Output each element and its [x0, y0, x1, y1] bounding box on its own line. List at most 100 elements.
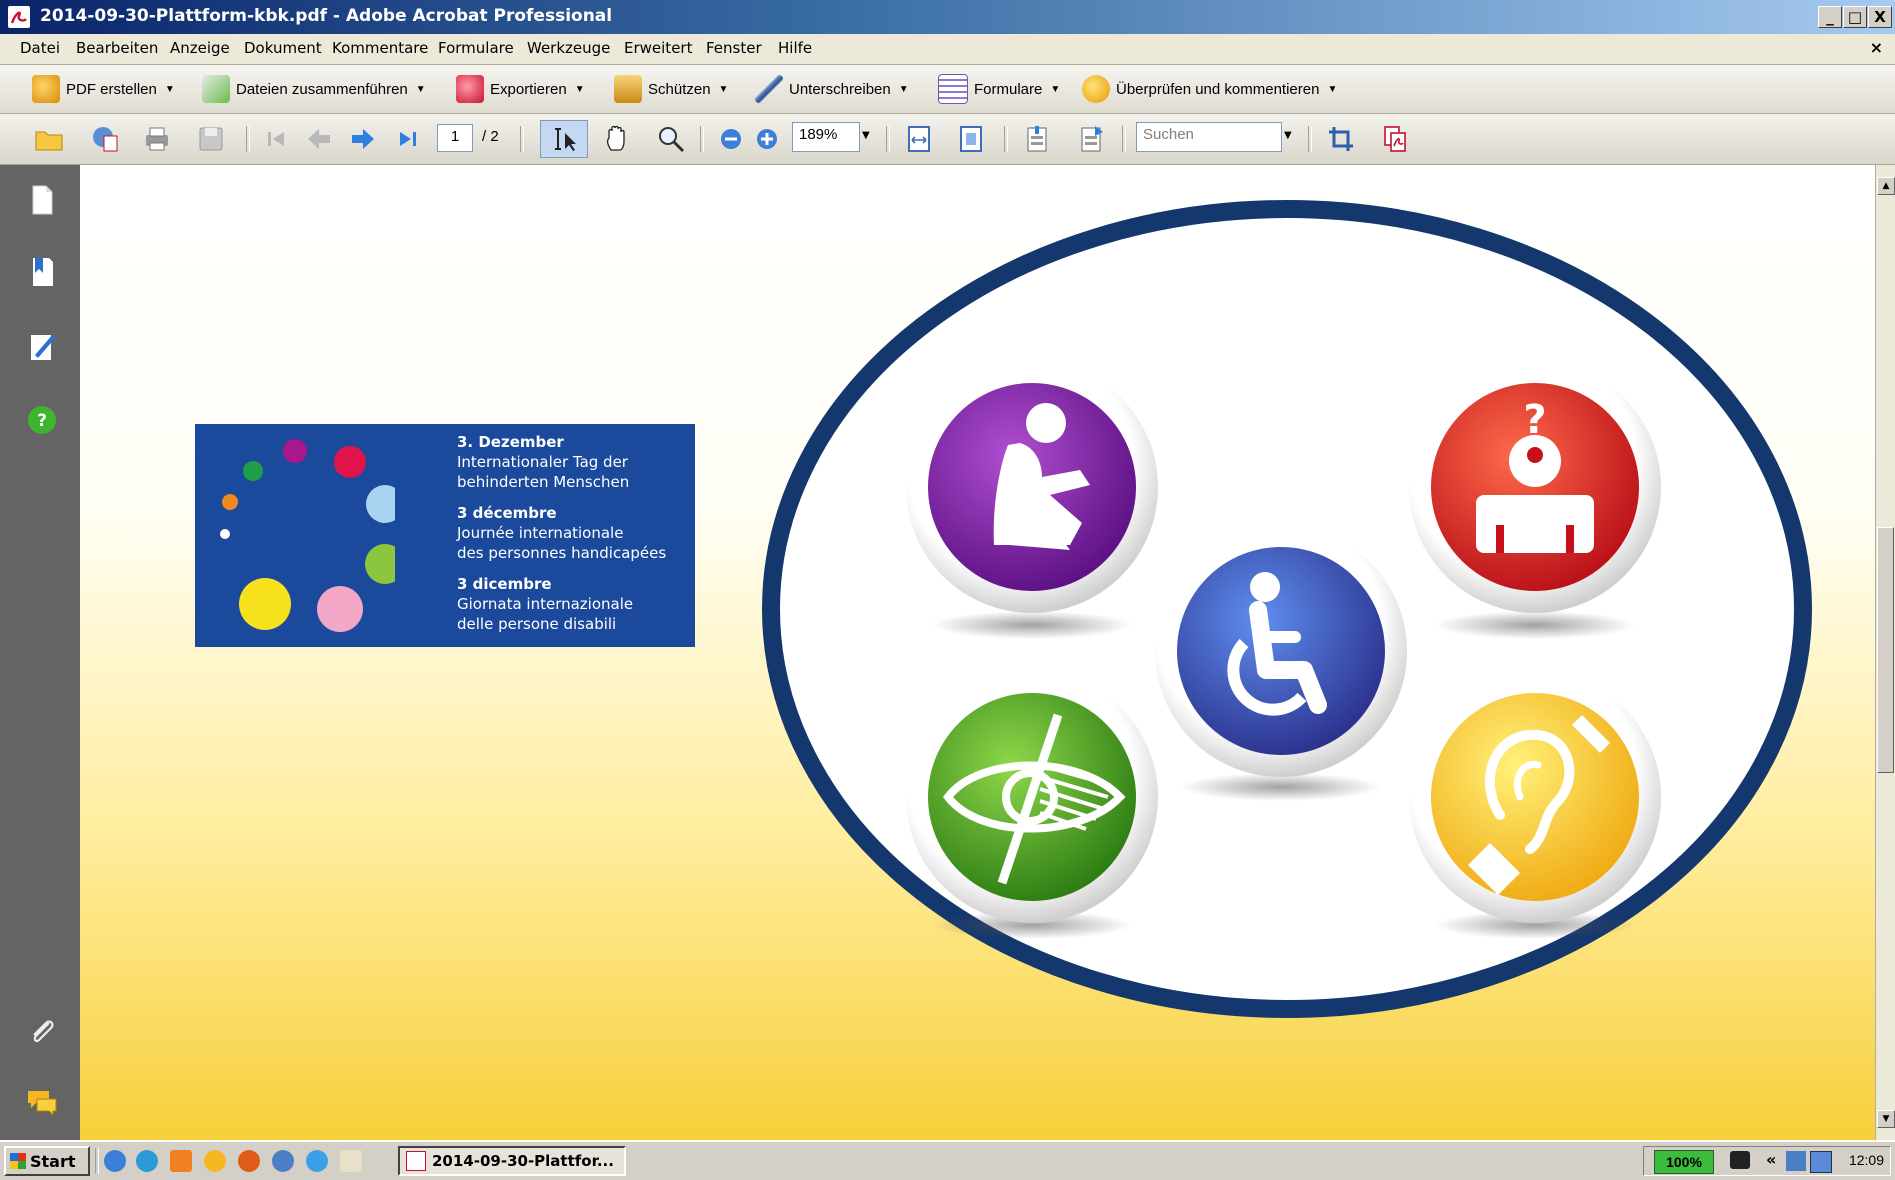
scroll-up-arrow-icon[interactable]: ▲ — [1877, 177, 1895, 195]
banner-text-fr-2: des personnes handicapées — [457, 544, 667, 562]
acrobat-taskbar-icon — [406, 1151, 426, 1171]
quicklaunch-app-icon[interactable] — [204, 1150, 226, 1172]
scroll-down-arrow-icon[interactable]: ▼ — [1877, 1110, 1895, 1128]
menu-anzeige[interactable]: Anzeige — [170, 39, 230, 57]
pages-panel-icon[interactable] — [25, 183, 59, 217]
banner-text-fr-1: Journée internationale — [457, 524, 624, 542]
pen-icon — [755, 75, 783, 103]
toolbar-separator — [1308, 126, 1312, 152]
logo-dot — [220, 529, 230, 539]
insert-page-icon[interactable] — [1022, 124, 1052, 154]
show-desktop-icon[interactable] — [104, 1150, 126, 1172]
display-icon[interactable] — [1810, 1151, 1832, 1173]
exportieren-label: Exportieren — [490, 80, 567, 98]
comments-panel-icon[interactable] — [25, 1085, 59, 1119]
pdf-portfolio-icon[interactable] — [1380, 124, 1410, 154]
zoom-level-select[interactable]: 189% — [792, 122, 860, 152]
menu-werkzeuge[interactable]: Werkzeuge — [527, 39, 610, 57]
select-tool-button[interactable] — [540, 120, 588, 158]
save-icon[interactable] — [196, 124, 226, 154]
start-button[interactable]: Start — [4, 1146, 90, 1176]
create-pdf-icon — [32, 75, 60, 103]
zoom-tool-icon[interactable] — [656, 124, 686, 154]
scrollbar-thumb[interactable] — [1877, 527, 1894, 773]
logo-dot — [222, 494, 238, 510]
pdf-erstellen-button[interactable]: PDF erstellen ▼ — [32, 73, 175, 105]
dateien-zusammenfuehren-button[interactable]: Dateien zusammenführen ▼ — [202, 73, 426, 105]
help-icon[interactable]: ? — [25, 403, 59, 437]
ueberpruefen-label: Überprüfen und kommentieren — [1116, 80, 1320, 98]
exportieren-button[interactable]: Exportieren ▼ — [456, 73, 585, 105]
attachments-icon[interactable] — [25, 1015, 59, 1049]
windows-logo-icon — [10, 1153, 26, 1169]
last-page-icon[interactable] — [392, 124, 422, 154]
battery-indicator[interactable]: 100% — [1654, 1150, 1714, 1174]
chrome-icon[interactable] — [272, 1150, 294, 1172]
dropdown-arrow-icon: ▼ — [164, 83, 175, 95]
bookmarks-panel-icon[interactable] — [25, 255, 59, 289]
firefox-icon[interactable] — [238, 1150, 260, 1172]
fit-width-icon[interactable] — [904, 124, 934, 154]
menu-bearbeiten[interactable]: Bearbeiten — [76, 39, 158, 57]
title-bar: 2014-09-30-Plattform-kbk.pdf - Adobe Acr… — [0, 0, 1895, 34]
menu-kommentare[interactable]: Kommentare — [332, 39, 428, 57]
hand-tool-icon[interactable] — [602, 124, 632, 154]
extract-page-icon[interactable] — [1076, 124, 1106, 154]
system-tray: 100% « 12:09 — [1643, 1146, 1891, 1176]
tray-expand-icon[interactable]: « — [1766, 1150, 1776, 1169]
banner-text-de-1: Internationaler Tag der — [457, 453, 628, 471]
logo-dot — [239, 578, 291, 630]
close-document-icon[interactable]: × — [1870, 38, 1883, 57]
menu-dokument[interactable]: Dokument — [244, 39, 322, 57]
toolbar-separator — [1004, 126, 1008, 152]
fit-page-icon[interactable] — [956, 124, 986, 154]
close-button[interactable]: X — [1868, 6, 1892, 28]
banner-text-it-2: delle persone disabili — [457, 615, 617, 633]
next-page-icon[interactable] — [348, 124, 378, 154]
tools-toolbar: 1 / 2 189% ▼ Suchen ▼ — [0, 114, 1895, 165]
internet-explorer-icon[interactable] — [306, 1150, 328, 1172]
zoom-out-icon[interactable] — [716, 124, 746, 154]
vlc-icon[interactable] — [170, 1150, 192, 1172]
menu-hilfe[interactable]: Hilfe — [778, 39, 812, 57]
search-input[interactable]: Suchen — [1136, 122, 1282, 152]
menu-datei[interactable]: Datei — [20, 39, 60, 57]
export-icon — [456, 75, 484, 103]
dateien-zusammenfuehren-label: Dateien zusammenführen — [236, 80, 408, 98]
banner-text-de-2: behinderten Menschen — [457, 473, 630, 491]
dropdown-arrow-icon: ▼ — [1050, 83, 1061, 95]
menu-formulare[interactable]: Formulare — [438, 39, 514, 57]
banner-heading-fr: 3 décembre — [457, 504, 557, 522]
window-title: 2014-09-30-Plattform-kbk.pdf - Adobe Acr… — [40, 6, 613, 26]
notepad-icon[interactable] — [340, 1150, 362, 1172]
unterschreiben-button[interactable]: Unterschreiben ▼ — [755, 73, 909, 105]
schuetzen-button[interactable]: Schützen ▼ — [614, 73, 728, 105]
ueberpruefen-button[interactable]: Überprüfen und kommentieren ▼ — [1082, 73, 1337, 105]
zoom-dropdown-arrow-icon[interactable]: ▼ — [862, 130, 870, 141]
vertical-scrollbar[interactable]: ▲ ▼ — [1875, 165, 1895, 1140]
first-page-icon[interactable] — [262, 124, 292, 154]
dropdown-arrow-icon: ▼ — [574, 83, 585, 95]
previous-page-icon[interactable] — [304, 124, 334, 154]
zoom-in-icon[interactable] — [752, 124, 782, 154]
power-plug-icon[interactable] — [1730, 1151, 1750, 1169]
page-total: / 2 — [482, 128, 499, 145]
signatures-panel-icon[interactable] — [25, 329, 59, 363]
menu-fenster[interactable]: Fenster — [706, 39, 762, 57]
network-icon[interactable] — [1786, 1151, 1806, 1171]
comment-icon — [1082, 75, 1110, 103]
taskbar-window-button[interactable]: 2014-09-30-Plattfor... — [398, 1146, 626, 1176]
maximize-button[interactable]: □ — [1843, 6, 1867, 28]
document-page: ? — [80, 165, 1875, 1140]
search-dropdown-arrow-icon[interactable]: ▼ — [1284, 130, 1292, 141]
logo-dot — [283, 439, 307, 463]
create-pdf-from-web-icon[interactable] — [90, 124, 120, 154]
open-folder-icon[interactable] — [34, 124, 64, 154]
menu-erweitert[interactable]: Erweitert — [624, 39, 692, 57]
minimize-button[interactable]: _ — [1818, 6, 1842, 28]
crop-tool-icon[interactable] — [1326, 124, 1356, 154]
page-number-input[interactable]: 1 — [437, 124, 473, 152]
print-icon[interactable] — [142, 124, 172, 154]
media-player-icon[interactable] — [136, 1150, 158, 1172]
formulare-button[interactable]: Formulare ▼ — [938, 73, 1060, 105]
